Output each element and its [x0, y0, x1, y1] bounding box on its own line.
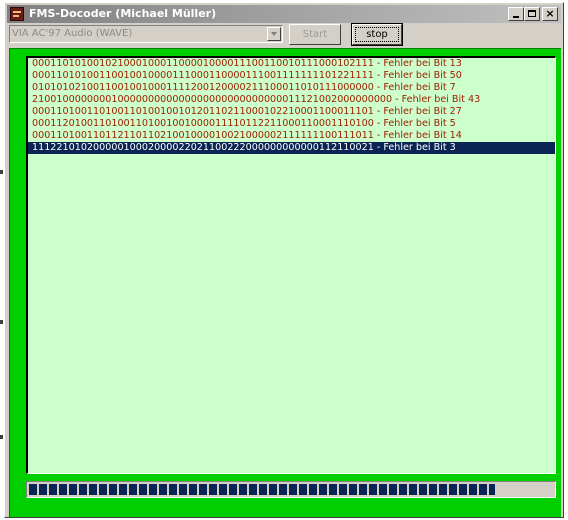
close-button[interactable]: ×	[542, 7, 558, 21]
minimize-icon	[513, 16, 519, 18]
title-bar[interactable]: FMS-Docoder (Michael Müller) ×	[7, 5, 561, 23]
stop-button-label: stop	[355, 27, 399, 42]
chevron-down-icon[interactable]	[267, 27, 281, 41]
desktop-edge-mark	[0, 435, 3, 439]
list-item[interactable]: 0001120100110100110100100100001111011221…	[28, 118, 555, 130]
maximize-icon	[528, 10, 536, 17]
desktop-edge-mark	[0, 170, 3, 174]
window-title: FMS-Docoder (Michael Müller)	[29, 7, 217, 20]
list-item[interactable]: 0001101010010210001000110000100001110011…	[28, 58, 555, 70]
list-item[interactable]: 2100100000000100000000000000000000000000…	[28, 94, 555, 106]
minimize-button[interactable]	[508, 7, 524, 21]
progress-fill	[29, 484, 496, 495]
stop-button[interactable]: stop	[351, 23, 403, 46]
list-item[interactable]: 0001101010011001001000011100011000011100…	[28, 70, 555, 82]
maximize-button[interactable]	[524, 7, 540, 21]
list-item[interactable]: 0001101001101121101102100100001002100000…	[28, 130, 555, 142]
progress-track	[29, 484, 553, 495]
results-list[interactable]: 0001101010010210001000110000100001110011…	[26, 56, 556, 474]
audio-device-select[interactable]: VIA AC'97 Audio (WAVE)	[9, 25, 283, 43]
list-item[interactable]: 0101010210011001001000111120012000021110…	[28, 82, 555, 94]
app-window: FMS-Docoder (Michael Müller) × VIA AC'97…	[4, 2, 564, 518]
close-icon: ×	[545, 7, 555, 20]
list-item[interactable]: 1112210102000001000200002202110022200000…	[28, 142, 555, 154]
audio-device-value: VIA AC'97 Audio (WAVE)	[12, 28, 133, 39]
app-icon[interactable]	[10, 7, 24, 21]
progress-bar	[26, 481, 556, 498]
start-button[interactable]: Start	[289, 24, 341, 45]
list-item[interactable]: 0001101001101001101001001012011021100010…	[28, 106, 555, 118]
decoder-panel: 0001101010010210001000110000100001110011…	[9, 48, 561, 517]
desktop-edge-mark	[0, 320, 3, 324]
